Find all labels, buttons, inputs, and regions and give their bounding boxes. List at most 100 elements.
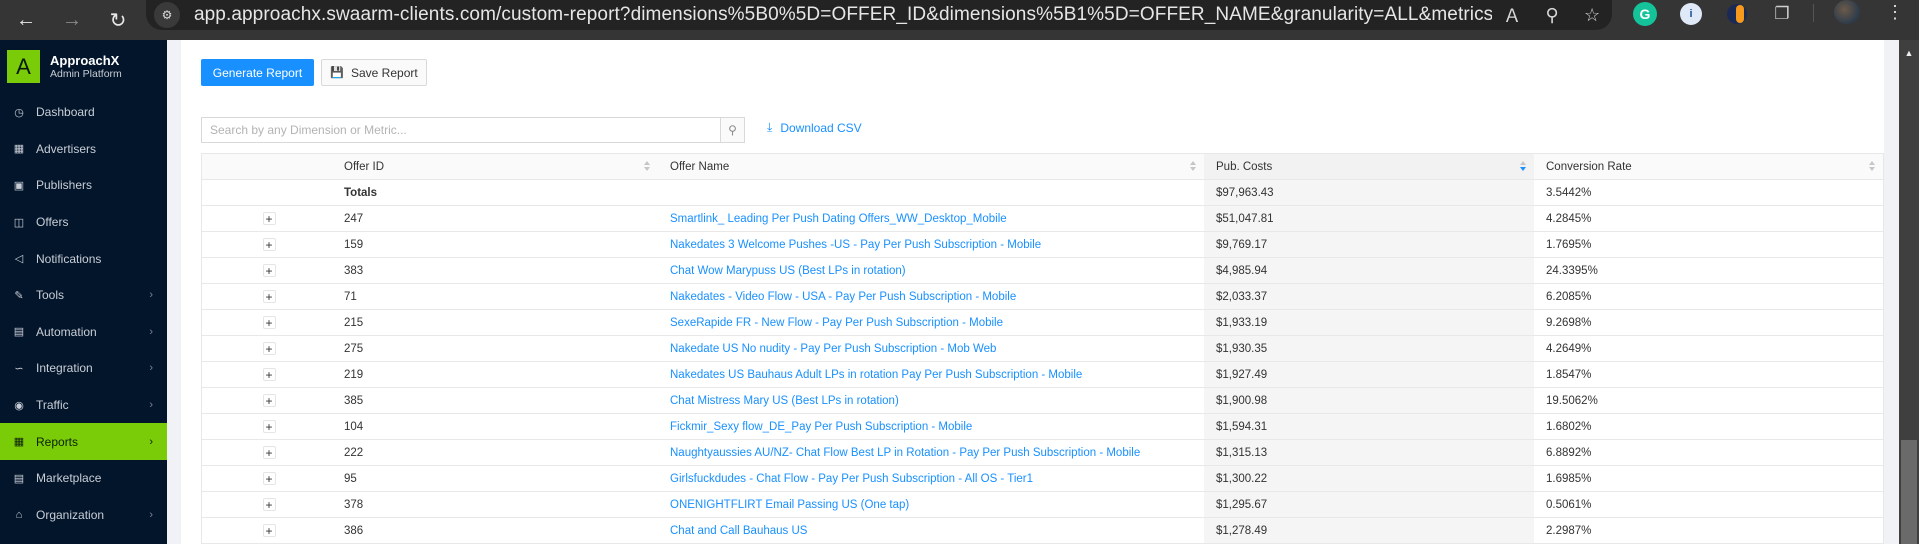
sidebar-item-label: Automation bbox=[36, 324, 97, 339]
dashboard-icon: ◷ bbox=[14, 106, 24, 119]
forward-icon[interactable]: → bbox=[52, 0, 92, 40]
expand-row-button[interactable]: + bbox=[262, 264, 276, 277]
page-scrollbar[interactable]: ▲ bbox=[1899, 40, 1919, 544]
offer-name-link[interactable]: Nakedates US Bauhaus Adult LPs in rotati… bbox=[670, 369, 1082, 381]
sidebar-item-label: Marketplace bbox=[36, 471, 102, 486]
offer-id-cell: 386 bbox=[344, 524, 364, 537]
expand-row-button[interactable]: + bbox=[262, 420, 276, 433]
expand-row-button[interactable]: + bbox=[262, 290, 276, 303]
sidebar-item-label: Reports bbox=[36, 434, 79, 449]
offer-name-link[interactable]: ONENIGHTFLIRT Email Passing US (One tap) bbox=[670, 499, 909, 511]
sidebar-item-traffic[interactable]: ◉ Traffic › bbox=[0, 387, 167, 424]
expand-cell: + bbox=[202, 466, 332, 491]
plug-icon: ∽ bbox=[14, 362, 24, 375]
expand-column-header bbox=[202, 154, 332, 179]
expand-row-button[interactable]: + bbox=[262, 212, 276, 225]
pub-costs-cell: $2,033.37 bbox=[1204, 284, 1534, 309]
pub-costs-cell: $1,933.19 bbox=[1204, 310, 1534, 335]
sidebar-item-tools[interactable]: ✎ Tools › bbox=[0, 277, 167, 314]
column-header-conversion-rate[interactable]: Conversion Rate bbox=[1534, 154, 1883, 179]
expand-row-button[interactable]: + bbox=[262, 368, 276, 381]
chevron-right-icon: › bbox=[149, 508, 153, 521]
table-row: +247 Smartlink_ Leading Per Push Dating O… bbox=[201, 206, 1884, 232]
menu-kebab-icon[interactable]: ⋮ bbox=[1885, 0, 1905, 26]
wrench-icon: ✎ bbox=[14, 289, 24, 302]
expand-row-button[interactable]: + bbox=[262, 524, 276, 537]
sidebar-item-integration[interactable]: ∽ Integration › bbox=[0, 350, 167, 387]
grammarly-icon[interactable]: G bbox=[1633, 2, 1657, 26]
report-content: Generate Report 💾 Save Report ⚲ ⤓ Downlo… bbox=[181, 40, 1884, 544]
expand-row-button[interactable]: + bbox=[262, 342, 276, 355]
address-bar[interactable]: ⚙ app.approachx.swaarm-clients.com/custo… bbox=[146, 0, 1612, 30]
extensions-puzzle-icon[interactable]: ❐ bbox=[1770, 0, 1794, 28]
translate-icon[interactable]: Ａ bbox=[1492, 2, 1532, 28]
expand-cell: + bbox=[202, 206, 332, 231]
url-text[interactable]: app.approachx.swaarm-clients.com/custom-… bbox=[194, 4, 1492, 26]
extension-icon[interactable]: i bbox=[1680, 3, 1702, 25]
sort-icon[interactable] bbox=[1190, 161, 1196, 171]
sidebar-item-label: Advertisers bbox=[36, 141, 97, 156]
offer-id-cell: 219 bbox=[344, 368, 364, 381]
offer-name-link[interactable]: Naughtyaussies AU/NZ- Chat Flow Best LP … bbox=[670, 447, 1140, 459]
offer-name-link[interactable]: Fickmir_Sexy flow_DE_Pay Per Push Subscr… bbox=[670, 421, 972, 433]
sidebar-item-notifications[interactable]: ◁ Notifications bbox=[0, 240, 167, 277]
shop-icon: ▤ bbox=[13, 472, 25, 485]
offer-id-cell: 104 bbox=[344, 420, 364, 433]
brand[interactable]: A ApproachX Admin Platform bbox=[7, 50, 122, 83]
offer-name-cell: Chat Mistress Mary US (Best LPs in rotat… bbox=[658, 388, 1204, 413]
search-icon[interactable]: ⚲ bbox=[720, 117, 745, 143]
sidebar-item-advertisers[interactable]: ▦ Advertisers bbox=[0, 131, 167, 168]
sidebar-item-organization[interactable]: ⌂ Organization › bbox=[0, 497, 167, 534]
sort-icon[interactable] bbox=[644, 161, 650, 171]
profile-avatar[interactable] bbox=[1834, 0, 1860, 24]
offer-name-link[interactable]: Nakedates - Video Flow - USA - Pay Per P… bbox=[670, 291, 1016, 303]
sidebar-item-dashboard[interactable]: ◷ Dashboard bbox=[0, 94, 167, 131]
scrollbar-thumb[interactable] bbox=[1901, 440, 1917, 544]
extension-icon[interactable] bbox=[1727, 4, 1747, 24]
offer-name-link[interactable]: SexeRapide FR - New Flow - Pay Per Push … bbox=[670, 317, 1003, 329]
search-input[interactable] bbox=[201, 117, 720, 143]
site-info-icon[interactable]: ⚙ bbox=[154, 2, 180, 28]
zoom-out-icon[interactable]: ⚲ bbox=[1532, 5, 1572, 26]
column-header-pub-costs[interactable]: Pub. Costs bbox=[1204, 154, 1534, 179]
download-csv-link[interactable]: ⤓ Download CSV bbox=[767, 120, 862, 135]
column-header-offer-name[interactable]: Offer Name bbox=[658, 154, 1204, 179]
back-icon[interactable]: ← bbox=[6, 0, 46, 40]
offer-name-link[interactable]: Girlsfuckdudes - Chat Flow - Pay Per Pus… bbox=[670, 473, 1033, 485]
sidebar-item-reports[interactable]: ▦ Reports › bbox=[0, 423, 167, 460]
sort-descending-icon[interactable] bbox=[1520, 161, 1526, 171]
sidebar-item-publishers[interactable]: ▣ Publishers bbox=[0, 167, 167, 204]
conversion-rate-cell: 6.2085% bbox=[1546, 290, 1592, 303]
sidebar-item-automation[interactable]: ▤ Automation › bbox=[0, 314, 167, 351]
scroll-up-arrow-icon[interactable]: ▲ bbox=[1899, 48, 1919, 58]
expand-cell: + bbox=[202, 414, 332, 439]
offer-id-cell: 215 bbox=[344, 316, 364, 329]
offer-name-link[interactable]: Nakedates 3 Welcome Pushes -US - Pay Per… bbox=[670, 239, 1041, 251]
page-gutter bbox=[1884, 40, 1899, 544]
offer-name-link[interactable]: Chat Wow Marypuss US (Best LPs in rotati… bbox=[670, 265, 906, 277]
offer-name-link[interactable]: Chat Mistress Mary US (Best LPs in rotat… bbox=[670, 395, 899, 407]
column-header-offer-id[interactable]: Offer ID bbox=[332, 154, 658, 179]
expand-row-button[interactable]: + bbox=[262, 472, 276, 485]
offer-name-cell: Chat and Call Bauhaus US bbox=[658, 518, 1204, 543]
offer-name-link[interactable]: Chat and Call Bauhaus US bbox=[670, 525, 807, 537]
sort-icon[interactable] bbox=[1869, 161, 1875, 171]
bookmark-star-icon[interactable]: ☆ bbox=[1572, 5, 1612, 26]
expand-row-button[interactable]: + bbox=[262, 238, 276, 251]
chevron-right-icon: › bbox=[149, 399, 153, 412]
totals-pub-costs: $97,963.43 bbox=[1204, 180, 1534, 205]
sidebar-item-offers[interactable]: ◫ Offers bbox=[0, 204, 167, 241]
expand-row-button[interactable]: + bbox=[262, 446, 276, 459]
expand-row-button[interactable]: + bbox=[262, 316, 276, 329]
conversion-rate-cell: 1.7695% bbox=[1546, 238, 1592, 251]
sidebar-item-marketplace[interactable]: ▤ Marketplace bbox=[0, 460, 167, 497]
expand-row-button[interactable]: + bbox=[262, 394, 276, 407]
save-report-label: Save Report bbox=[351, 65, 418, 80]
offer-name-link[interactable]: Smartlink_ Leading Per Push Dating Offer… bbox=[670, 213, 1007, 225]
generate-report-button[interactable]: Generate Report bbox=[201, 59, 314, 86]
brand-logo: A bbox=[7, 50, 40, 83]
offer-name-link[interactable]: Nakedate US No nudity - Pay Per Push Sub… bbox=[670, 343, 996, 355]
reload-icon[interactable]: ↻ bbox=[98, 0, 138, 40]
save-report-button[interactable]: 💾 Save Report bbox=[321, 59, 427, 86]
expand-row-button[interactable]: + bbox=[262, 498, 276, 511]
